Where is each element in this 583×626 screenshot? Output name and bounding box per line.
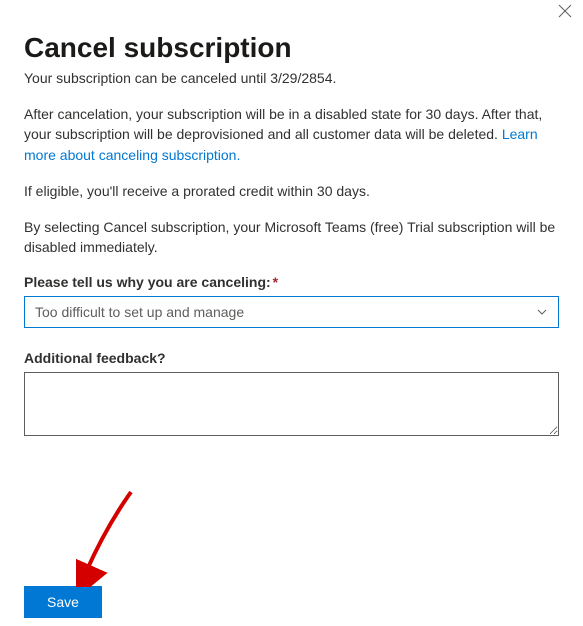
paragraph-text: After cancelation, your subscription wil… [24,106,542,142]
feedback-label: Additional feedback? [24,350,559,366]
dialog-subtitle: Your subscription can be canceled until … [24,70,559,86]
reason-selected-value: Too difficult to set up and manage [35,304,536,320]
close-button[interactable] [553,0,577,24]
annotation-arrow [76,487,146,590]
feedback-textarea[interactable] [24,372,559,436]
reason-label-text: Please tell us why you are canceling: [24,274,271,290]
cancelation-info-paragraph: After cancelation, your subscription wil… [24,104,559,165]
save-button[interactable]: Save [24,586,102,618]
reason-dropdown[interactable]: Too difficult to set up and manage [24,296,559,328]
prorated-credit-paragraph: If eligible, you'll receive a prorated c… [24,181,559,201]
chevron-down-icon [536,306,548,318]
disable-warning-paragraph: By selecting Cancel subscription, your M… [24,217,559,258]
close-icon [558,4,572,21]
reason-label: Please tell us why you are canceling:* [24,274,559,290]
required-indicator: * [273,274,278,290]
dialog-title: Cancel subscription [24,32,559,64]
